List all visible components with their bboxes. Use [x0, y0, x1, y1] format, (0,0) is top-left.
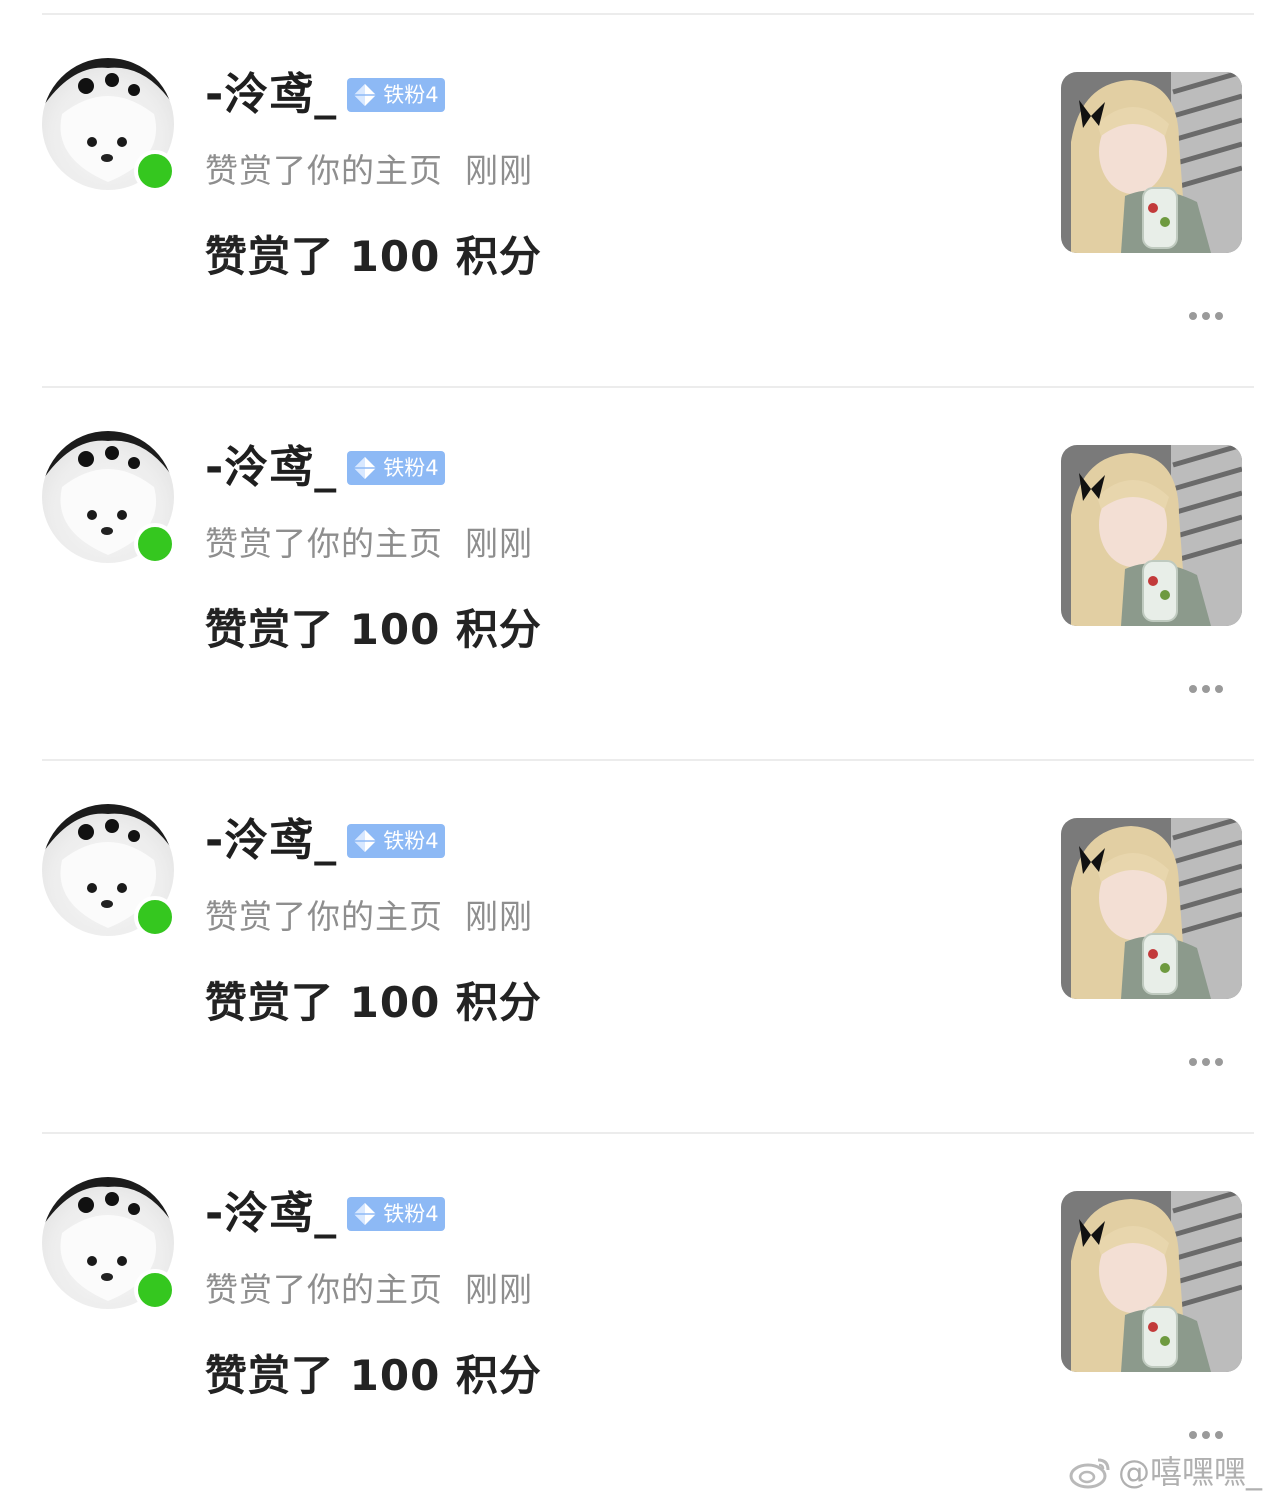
post-thumbnail[interactable]: [1061, 72, 1242, 253]
badge-label: 铁粉4: [383, 83, 439, 107]
action-text: 赞赏了你的主页: [205, 897, 443, 936]
badge-label: 铁粉4: [383, 1202, 439, 1226]
notification-item[interactable]: -泠鸢_ 铁粉4 赞赏了你的主页 刚刚 赞赏了 100 积分: [0, 16, 1284, 389]
badge-label: 铁粉4: [383, 456, 439, 480]
diamond-icon: [354, 1203, 377, 1225]
avatar[interactable]: [42, 58, 176, 192]
more-options-button[interactable]: [1180, 1415, 1232, 1455]
more-dot: [1202, 1431, 1210, 1439]
watermark: @嘻嘿嘿_: [1068, 1452, 1262, 1492]
timestamp: 刚刚: [465, 524, 533, 563]
username[interactable]: -泠鸢_: [205, 1189, 337, 1239]
timestamp: 刚刚: [465, 897, 533, 936]
username[interactable]: -泠鸢_: [205, 70, 337, 120]
divider: [42, 386, 1254, 388]
username[interactable]: -泠鸢_: [205, 816, 337, 866]
fan-badge[interactable]: 铁粉4: [347, 78, 445, 112]
more-dot: [1215, 1058, 1223, 1066]
fan-badge[interactable]: 铁粉4: [347, 451, 445, 485]
fan-badge[interactable]: 铁粉4: [347, 824, 445, 858]
badge-label: 铁粉4: [383, 829, 439, 853]
avatar[interactable]: [42, 1177, 176, 1311]
username[interactable]: -泠鸢_: [205, 443, 337, 493]
divider: [42, 1132, 1254, 1134]
more-options-button[interactable]: [1180, 296, 1232, 336]
reward-text: 赞赏了 100 积分: [205, 1351, 542, 1400]
diamond-icon: [354, 84, 377, 106]
online-status-dot: [134, 896, 176, 938]
reward-text: 赞赏了 100 积分: [205, 605, 542, 654]
more-dot: [1189, 1431, 1197, 1439]
more-options-button[interactable]: [1180, 1042, 1232, 1082]
reward-text: 赞赏了 100 积分: [205, 232, 542, 281]
watermark-text: @嘻嘿嘿_: [1118, 1453, 1263, 1491]
more-dot: [1202, 685, 1210, 693]
action-text: 赞赏了你的主页: [205, 151, 443, 190]
post-thumbnail[interactable]: [1061, 1191, 1242, 1372]
divider: [42, 759, 1254, 761]
online-status-dot: [134, 1269, 176, 1311]
notification-meta: 赞赏了你的主页 刚刚: [205, 894, 533, 940]
diamond-icon: [354, 457, 377, 479]
more-dot: [1202, 1058, 1210, 1066]
more-dot: [1189, 1058, 1197, 1066]
notification-item[interactable]: -泠鸢_ 铁粉4 赞赏了你的主页 刚刚 赞赏了 100 积分: [0, 389, 1284, 762]
timestamp: 刚刚: [465, 151, 533, 190]
more-dot: [1215, 685, 1223, 693]
action-text: 赞赏了你的主页: [205, 524, 443, 563]
notification-meta: 赞赏了你的主页 刚刚: [205, 1267, 533, 1313]
avatar[interactable]: [42, 804, 176, 938]
post-thumbnail[interactable]: [1061, 818, 1242, 999]
more-dot: [1202, 312, 1210, 320]
notification-item[interactable]: -泠鸢_ 铁粉4 赞赏了你的主页 刚刚 赞赏了 100 积分: [0, 762, 1284, 1135]
weibo-logo-icon: [1069, 1458, 1110, 1489]
more-dot: [1215, 1431, 1223, 1439]
more-dot: [1215, 312, 1223, 320]
reward-text: 赞赏了 100 积分: [205, 978, 542, 1027]
fan-badge[interactable]: 铁粉4: [347, 1197, 445, 1231]
avatar[interactable]: [42, 431, 176, 565]
post-thumbnail[interactable]: [1061, 445, 1242, 626]
notification-meta: 赞赏了你的主页 刚刚: [205, 148, 533, 194]
more-dot: [1189, 312, 1197, 320]
timestamp: 刚刚: [465, 1270, 533, 1309]
more-options-button[interactable]: [1180, 669, 1232, 709]
more-dot: [1189, 685, 1197, 693]
online-status-dot: [134, 523, 176, 565]
notification-meta: 赞赏了你的主页 刚刚: [205, 521, 533, 567]
divider: [42, 13, 1254, 15]
action-text: 赞赏了你的主页: [205, 1270, 443, 1309]
online-status-dot: [134, 150, 176, 192]
diamond-icon: [354, 830, 377, 852]
